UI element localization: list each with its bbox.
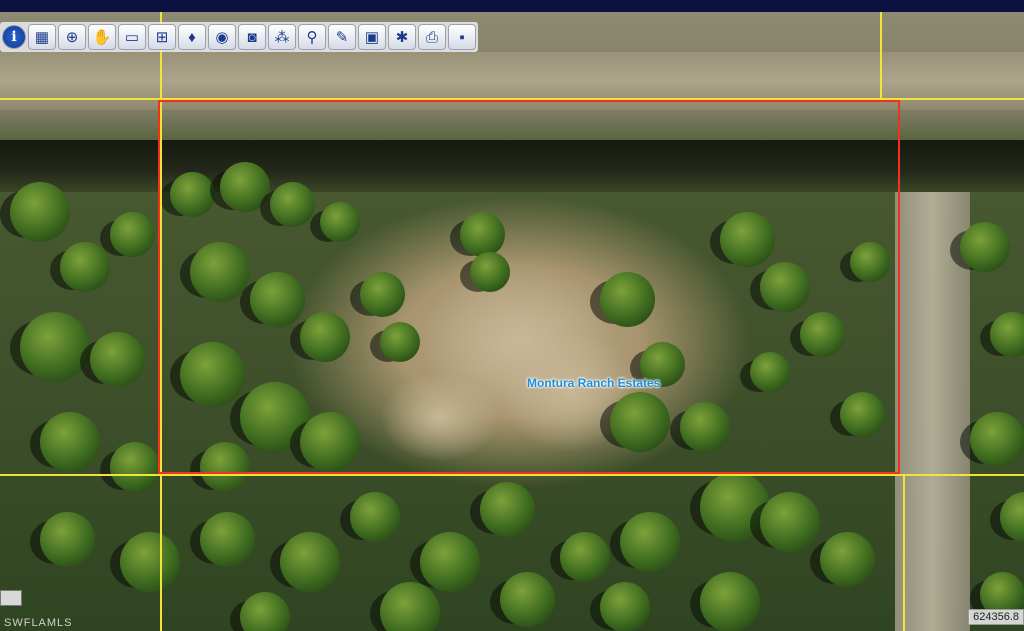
pan-tool-button[interactable]: ✋ [88,24,116,50]
network-icon: ⁂ [274,28,290,46]
marker-icon: ♦ [188,28,196,46]
subdivision-label: Montura Ranch Estates [527,376,661,390]
zoom-in-tool-button[interactable]: ⊕ [58,24,86,50]
zoom-in-icon: ⊕ [65,28,79,46]
grid-line-right [880,12,882,100]
map-extent-icon: ⊞ [155,28,169,46]
coordinate-readout: 624356.8 [968,609,1024,625]
network-tool-button[interactable]: ⁂ [268,24,296,50]
photo-tool-button[interactable]: ◙ [238,24,266,50]
zoom-extent-tool-button[interactable]: ⊞ [148,24,176,50]
pencil-icon: ✎ [335,28,349,46]
save-tool-button[interactable]: ▪ [448,24,476,50]
layers-tool-button[interactable]: ◉ [208,24,236,50]
aerial-map[interactable]: Montura Ranch Estates [0,12,1024,631]
mls-watermark: SWFLAMLS [4,617,73,629]
eraser-icon: ▭ [124,28,140,46]
layers-icon: ◉ [215,28,229,46]
parcel-boundary[interactable] [158,100,900,474]
search-tool-button[interactable]: ⚲ [298,24,326,50]
magnifier-icon: ⚲ [306,28,318,46]
settings-tool-button[interactable]: ✱ [388,24,416,50]
hand-icon: ✋ [92,28,112,46]
camera-icon: ◙ [247,28,257,46]
marker-tool-button[interactable]: ♦ [178,24,206,50]
map-toolbar: i ▦ ⊕ ✋ ▭ ⊞ ♦ ◉ ◙ ⁂ ⚲ ✎ ▣ ✱ ⎙ ▪ [0,22,478,52]
select-area-icon: ▦ [34,28,50,46]
floppy-disk-icon: ▪ [459,28,465,46]
grid-line-right-lower [903,474,905,631]
print-tool-button[interactable]: ⎙ [418,24,446,50]
printer-icon: ⎙ [425,28,438,46]
info-tool-button[interactable]: i [2,25,26,49]
gears-icon: ✱ [395,28,409,46]
print-map-tool-button[interactable]: ▣ [358,24,386,50]
monitor-icon: ▣ [364,28,380,46]
grid-line-bottom [0,474,1024,476]
eraser-tool-button[interactable]: ▭ [118,24,146,50]
scale-widget [0,590,22,606]
top-window-bar [0,0,1024,12]
select-tool-button[interactable]: ▦ [28,24,56,50]
draw-tool-button[interactable]: ✎ [328,24,356,50]
info-icon: i [11,29,17,45]
